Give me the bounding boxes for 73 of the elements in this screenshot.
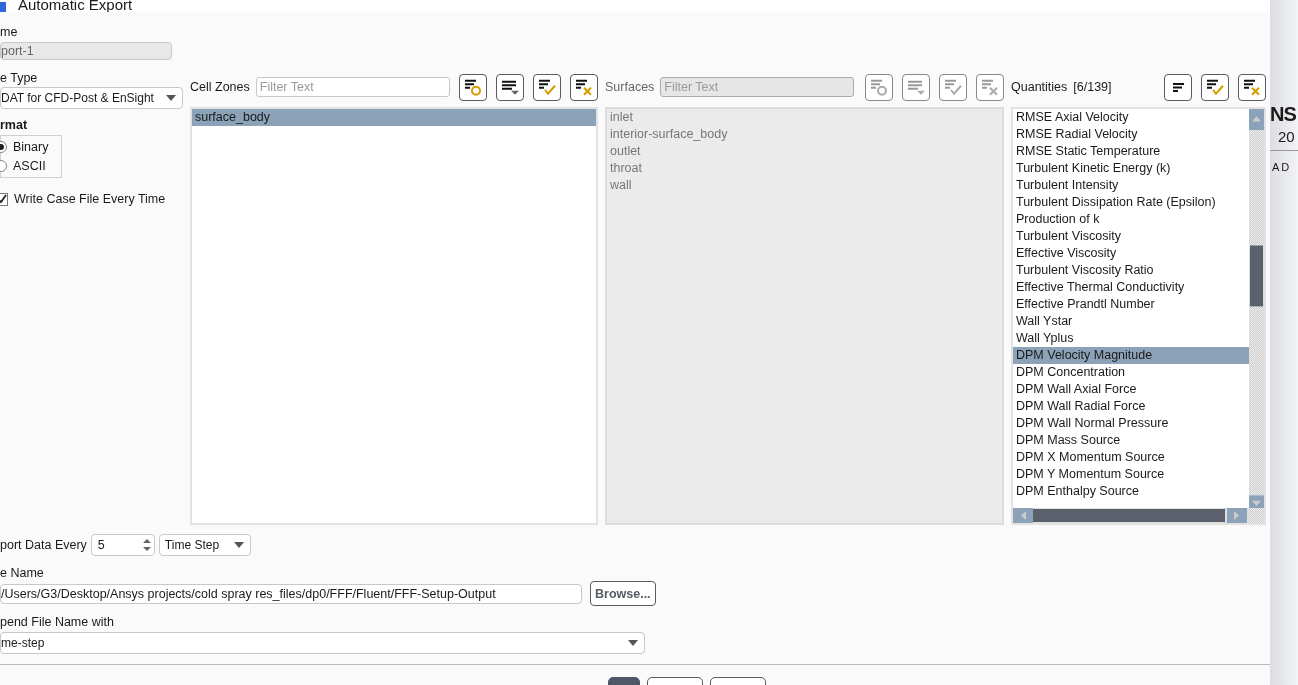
quantity-count: [6/139]	[1073, 80, 1112, 94]
field-label: e Name	[0, 565, 45, 581]
unit-dropdown[interactable]: Time Step	[158, 534, 251, 556]
browse-button[interactable]: Browse...	[590, 581, 656, 606]
list-item[interactable]: DPM Velocity Magnitude	[1013, 347, 1249, 364]
horizontal-scrollbar[interactable]	[1013, 508, 1264, 523]
field-label: port Data Every	[0, 537, 87, 553]
filter-circle-icon	[870, 78, 888, 96]
group-label: rmat	[0, 117, 29, 133]
list-tool-button[interactable]	[1201, 73, 1229, 101]
list-item[interactable]: DPM Wall Axial Force	[1013, 381, 1249, 398]
caret-icon	[233, 542, 244, 548]
field-label: pend File Name with	[0, 614, 115, 630]
list-item[interactable]: RMSE Radial Velocity	[1013, 126, 1249, 143]
list-dropdown-icon	[501, 78, 519, 96]
list-dropdown-icon	[907, 78, 925, 96]
list-item[interactable]: Production of k	[1013, 211, 1249, 228]
file-path-field[interactable]: /Users/G3/Desktop/Ansys projects/cold spray res_files/dp0/FFF/Fluent/FFF-Setup-Output	[0, 583, 582, 604]
list-item[interactable]: Wall Yplus	[1013, 330, 1249, 347]
list-item[interactable]: Turbulent Dissipation Rate (Epsilon)	[1013, 194, 1249, 211]
background-text: NS	[1270, 102, 1296, 127]
list-item[interactable]: Effective Prandtl Number	[1013, 296, 1249, 313]
list-item[interactable]: Turbulent Kinetic Energy (k)	[1013, 160, 1249, 177]
format-radio[interactable]: ASCII	[0, 159, 61, 173]
background-text: 20	[1270, 128, 1298, 151]
list-tool-button[interactable]	[459, 73, 487, 101]
list-item[interactable]: DPM X Momentum Source	[1013, 449, 1249, 466]
filter-field[interactable]: Filter Text	[255, 77, 450, 97]
list-item[interactable]: Wall Ystar	[1013, 313, 1249, 330]
list-clear-icon	[981, 78, 999, 96]
list-item[interactable]: RMSE Static Temperature	[1013, 143, 1249, 160]
list-item[interactable]: surface_body	[192, 109, 596, 126]
list-item[interactable]: DPM Y Momentum Source	[1013, 466, 1249, 483]
list-item[interactable]: DPM Enthalpy Source	[1013, 483, 1249, 500]
list-lines-icon	[1171, 81, 1185, 93]
list-item[interactable]: DPM Concentration	[1013, 364, 1249, 381]
list-item[interactable]: DPM Wall Normal Pressure	[1013, 415, 1249, 432]
list-item[interactable]: DPM Wall Radial Force	[1013, 398, 1249, 415]
append-dropdown[interactable]: me-step	[0, 632, 645, 654]
caret-icon	[628, 640, 638, 646]
list-tool-button[interactable]	[533, 73, 561, 101]
file-type-dropdown[interactable]: DAT for CFD-Post & EnSight	[0, 87, 183, 109]
caret-icon	[166, 95, 176, 101]
field-label: me	[0, 24, 19, 40]
background-text: AD	[1271, 160, 1292, 175]
list-check-icon	[1206, 78, 1224, 96]
list-tool-button[interactable]	[496, 73, 524, 101]
format-radio[interactable]: Binary	[0, 140, 61, 154]
checkmark-icon	[0, 194, 7, 204]
write-case-checkbox[interactable]: Write Case File Every Time	[0, 192, 183, 206]
list-item[interactable]: Turbulent Viscosity	[1013, 228, 1249, 245]
list-tool-button[interactable]	[1164, 73, 1192, 101]
field-label: e Type	[0, 70, 39, 86]
list-item[interactable]: Effective Viscosity	[1013, 245, 1249, 262]
interval-spinner[interactable]: 5	[90, 534, 155, 556]
list-item[interactable]: Turbulent Intensity	[1013, 177, 1249, 194]
list-item[interactable]: DPM Mass Source	[1013, 432, 1249, 449]
filter-circle-icon	[464, 78, 482, 96]
list-tool-button[interactable]	[570, 73, 598, 101]
list-check-icon	[944, 78, 962, 96]
list-clear-icon	[575, 78, 593, 96]
list-check-icon	[538, 78, 556, 96]
list-item[interactable]: Turbulent Viscosity Ratio	[1013, 262, 1249, 279]
spin-arrows-icon	[141, 537, 152, 553]
list-item[interactable]: Effective Thermal Conductivity	[1013, 279, 1249, 296]
panel-title: Quantities	[1011, 80, 1068, 94]
list-tool-button[interactable]	[1238, 73, 1266, 101]
app-icon	[0, 2, 6, 12]
list-clear-icon	[1243, 78, 1261, 96]
panel-title: Cell Zones	[190, 80, 250, 94]
list-item[interactable]: RMSE Axial Velocity	[1013, 109, 1249, 126]
vertical-scrollbar[interactable]	[1249, 109, 1264, 508]
panel-title: Surfaces	[605, 80, 655, 94]
